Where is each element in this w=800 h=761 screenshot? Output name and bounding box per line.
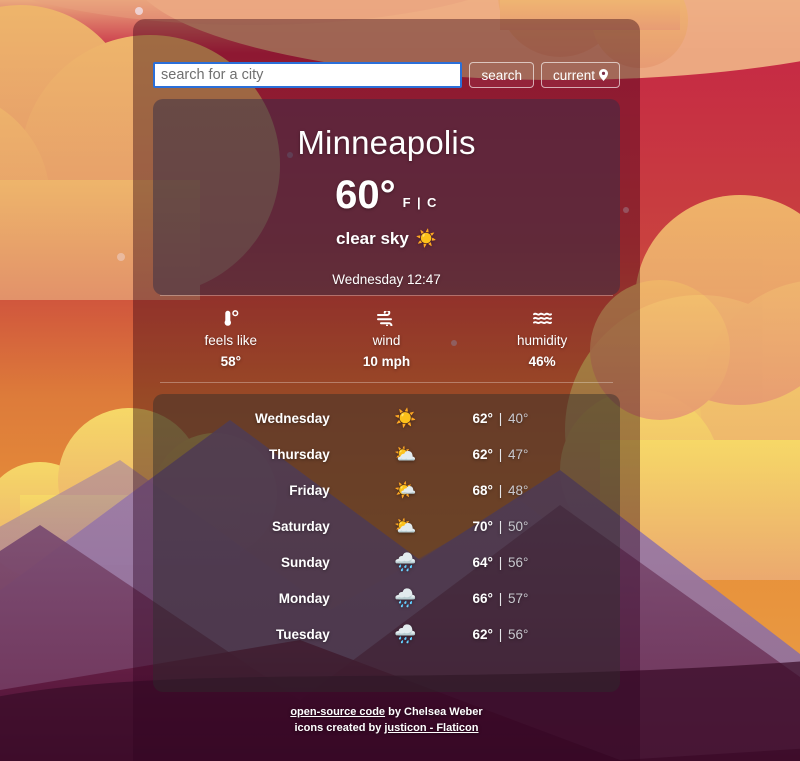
forecast-temps: 62° | 47° — [443, 447, 620, 462]
forecast-high: 62° — [472, 446, 493, 462]
forecast-row[interactable]: Saturday ⛅ 70° | 50° — [153, 508, 620, 544]
weather-app-container: search current Minneapolis 60° F | C cle… — [133, 19, 640, 761]
temp-separator: | — [494, 626, 506, 642]
forecast-high: 62° — [472, 626, 493, 642]
forecast-day: Friday — [289, 482, 330, 498]
forecast-temps: 62° | 56° — [443, 627, 620, 642]
search-input[interactable] — [153, 62, 463, 88]
forecast-row[interactable]: Tuesday 🌧️ 62° | 56° — [153, 616, 620, 652]
wind-icon — [376, 310, 396, 327]
justicon-flaticon-link[interactable]: justicon - Flaticon — [384, 722, 478, 734]
stat-feels-like: feels like 58° — [154, 310, 308, 369]
forecast-temps: 66° | 57° — [443, 591, 620, 606]
sun-cloud-icon: 🌤️ — [393, 480, 417, 500]
forecast-day: Wednesday — [255, 410, 330, 426]
current-location-button[interactable]: current — [540, 62, 620, 88]
current-button-label: current — [552, 67, 595, 83]
sun-icon: ☀️ — [415, 229, 437, 248]
current-datetime: Wednesday 12:47 — [332, 272, 441, 287]
cloud-icon: ⛅ — [393, 516, 417, 536]
forecast-row[interactable]: Wednesday ☀️ 62° | 40° — [153, 400, 620, 436]
forecast-low: 40° — [507, 410, 529, 426]
forecast-high: 62° — [472, 410, 493, 426]
stat-label: wind — [372, 333, 401, 348]
cloud-icon: ⛅ — [393, 444, 417, 464]
weather-description: clear sky ☀️ — [336, 229, 437, 249]
forecast-low: 47° — [507, 446, 529, 462]
stat-wind: wind 10 mph — [309, 310, 463, 369]
forecast-high: 66° — [472, 590, 493, 606]
temp-separator: | — [494, 410, 506, 426]
footer-line-code: open-source code by Chelsea Weber — [153, 705, 620, 721]
temp-separator: | — [494, 482, 506, 498]
temp-separator: | — [494, 554, 506, 570]
forecast-low: 50° — [507, 518, 529, 534]
forecast-day: Monday — [278, 590, 330, 606]
forecast-row[interactable]: Sunday 🌧️ 64° | 56° — [153, 544, 620, 580]
footer: open-source code by Chelsea Weber icons … — [153, 705, 620, 737]
forecast-low: 56° — [507, 626, 529, 642]
forecast-temps: 64° | 56° — [443, 555, 620, 570]
stat-value: 46% — [528, 354, 556, 369]
forecast-temps: 70° | 50° — [443, 519, 620, 534]
city-name: Minneapolis — [297, 124, 476, 161]
forecast-day: Saturday — [272, 518, 330, 534]
unit-toggle[interactable]: F | C — [403, 195, 438, 210]
open-source-code-link[interactable]: open-source code — [290, 706, 385, 718]
footer-icons-prefix: icons created by — [294, 721, 385, 734]
sun-icon: ☀️ — [393, 408, 417, 428]
temperature-row: 60° F | C — [335, 175, 438, 215]
search-button-label: search — [481, 67, 522, 83]
map-pin-icon — [599, 69, 608, 81]
thermometer-icon — [223, 310, 239, 327]
forecast-low: 57° — [507, 590, 529, 606]
forecast-list: Wednesday ☀️ 62° | 40° Thursday ⛅ 62° | … — [153, 394, 620, 692]
current-temperature: 60° — [335, 173, 396, 217]
current-weather-card: Minneapolis 60° F | C clear sky ☀️ Wedne… — [153, 99, 620, 295]
temp-separator: | — [494, 590, 506, 606]
stat-value: 58° — [220, 354, 242, 369]
rain-icon: 🌧️ — [393, 552, 417, 572]
forecast-low: 56° — [507, 554, 529, 570]
divider-bottom — [160, 382, 613, 383]
search-bar: search current — [153, 19, 620, 88]
stat-value: 10 mph — [362, 354, 411, 369]
forecast-row[interactable]: Friday 🌤️ 68° | 48° — [153, 472, 620, 508]
forecast-row[interactable]: Thursday ⛅ 62° | 47° — [153, 436, 620, 472]
rain-icon: 🌧️ — [393, 624, 417, 644]
forecast-high: 64° — [472, 554, 493, 570]
forecast-temps: 68° | 48° — [443, 483, 620, 498]
stat-label: feels like — [204, 333, 258, 348]
forecast-row[interactable]: Monday 🌧️ 66° | 57° — [153, 580, 620, 616]
forecast-day: Thursday — [269, 446, 330, 462]
forecast-low: 48° — [507, 482, 529, 498]
forecast-day: Tuesday — [276, 626, 330, 642]
stat-humidity: humidity 46% — [465, 310, 619, 369]
rain-icon: 🌧️ — [393, 588, 417, 608]
footer-line-icons: icons created by justicon - Flaticon — [153, 721, 620, 737]
weather-description-text: clear sky — [336, 229, 409, 248]
temp-separator: | — [494, 518, 506, 534]
temp-separator: | — [494, 446, 506, 462]
humidity-icon — [532, 310, 552, 327]
weather-stats: feels like 58° wind 10 mph humidity 46% — [153, 296, 620, 382]
footer-author: by Chelsea Weber — [385, 706, 483, 718]
forecast-high: 70° — [472, 518, 493, 534]
forecast-high: 68° — [472, 482, 493, 498]
stat-label: humidity — [516, 333, 568, 348]
forecast-temps: 62° | 40° — [443, 411, 620, 426]
forecast-day: Sunday — [281, 554, 330, 570]
search-button[interactable]: search — [469, 62, 534, 88]
